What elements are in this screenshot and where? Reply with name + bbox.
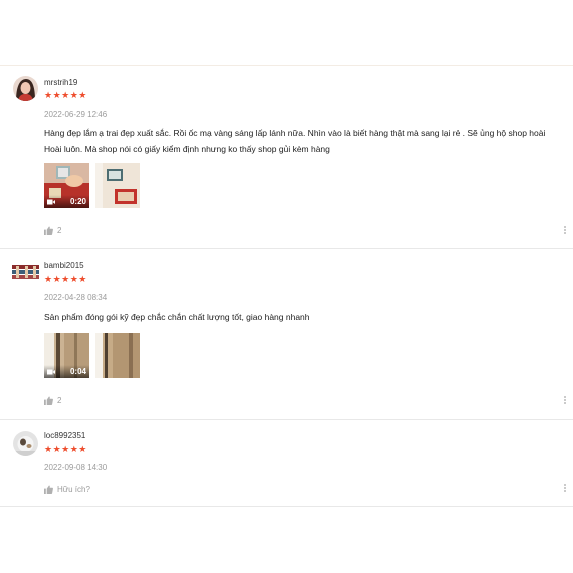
review-item: loc8992351 ★★★★★ 2022-09-08 14:30 Hữu íc… xyxy=(0,421,573,507)
reviewer-username[interactable]: mrstrih19 xyxy=(44,78,77,87)
video-badge: 0:04 xyxy=(44,365,89,378)
review-item: mrstrih19 ★★★★★ 2022-06-29 12:46 Hàng đẹ… xyxy=(0,66,573,249)
avatar[interactable] xyxy=(12,262,39,282)
helpful-button[interactable]: Hữu ích? xyxy=(44,485,90,494)
more-options-icon[interactable] xyxy=(563,483,567,495)
review-timestamp: 2022-04-28 08:34 xyxy=(44,293,108,302)
avatar[interactable] xyxy=(13,76,38,101)
video-duration: 0:04 xyxy=(69,367,86,376)
video-camera-icon xyxy=(47,199,55,204)
review-timestamp: 2022-09-08 14:30 xyxy=(44,463,108,472)
helpful-label: Hữu ích? xyxy=(57,485,90,494)
video-camera-icon xyxy=(47,369,55,374)
rating-stars: ★★★★★ xyxy=(44,90,87,100)
video-duration: 0:20 xyxy=(69,197,86,206)
like-button[interactable]: 2 xyxy=(44,226,61,235)
media-gallery: 0:04 xyxy=(44,333,140,378)
avatar[interactable] xyxy=(13,431,38,456)
like-button[interactable]: 2 xyxy=(44,396,61,405)
like-count: 2 xyxy=(57,396,62,405)
review-video-thumbnail[interactable]: 0:04 xyxy=(44,333,89,378)
review-comment: Hàng đẹp lắm ạ trai đẹp xuất sắc. Rồi ốc… xyxy=(44,128,546,154)
review-timestamp: 2022-06-29 12:46 xyxy=(44,110,108,119)
review-image-thumbnail[interactable] xyxy=(95,333,140,378)
video-badge: 0:20 xyxy=(44,195,89,208)
reviewer-username[interactable]: bambi2015 xyxy=(44,261,84,270)
rating-stars: ★★★★★ xyxy=(44,274,87,284)
review-item: bambi2015 ★★★★★ 2022-04-28 08:34 Sản phẩ… xyxy=(0,250,573,420)
review-video-thumbnail[interactable]: 0:20 xyxy=(44,163,89,208)
like-count: 2 xyxy=(57,226,62,235)
more-options-icon[interactable] xyxy=(563,225,567,237)
reviewer-username[interactable]: loc8992351 xyxy=(44,431,85,440)
thumbs-up-icon xyxy=(44,396,53,405)
rating-stars: ★★★★★ xyxy=(44,444,87,454)
thumbs-up-icon xyxy=(44,485,53,494)
review-image-thumbnail[interactable] xyxy=(95,163,140,208)
top-panel xyxy=(0,0,573,66)
thumbs-up-icon xyxy=(44,226,53,235)
media-gallery: 0:20 xyxy=(44,163,140,208)
more-options-icon[interactable] xyxy=(563,395,567,407)
review-comment: Sản phẩm đóng gói kỹ đẹp chắc chắn chất … xyxy=(44,312,310,322)
